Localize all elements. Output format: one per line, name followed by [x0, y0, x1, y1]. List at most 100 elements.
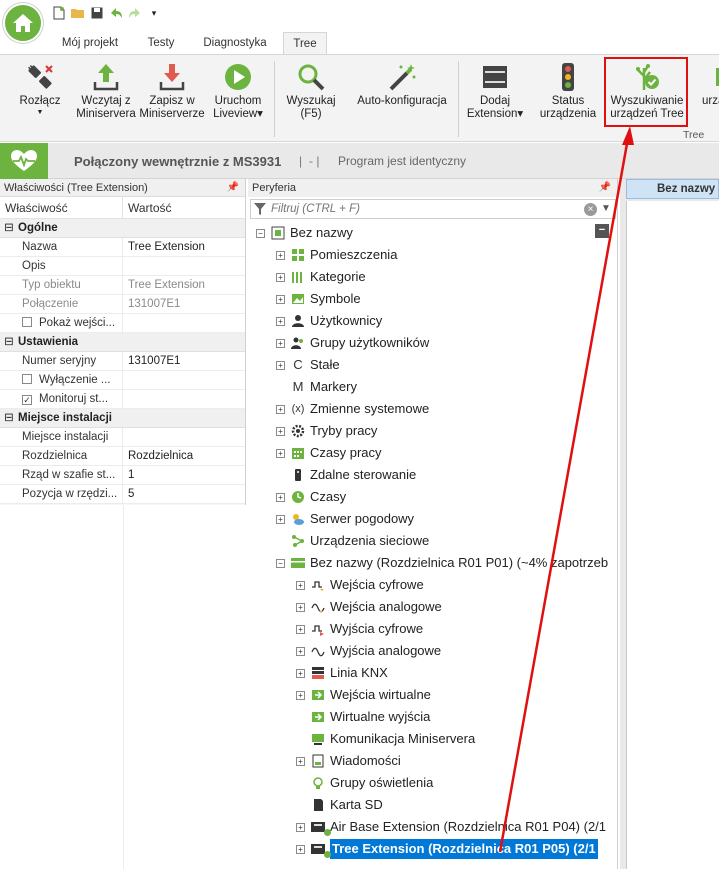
- tab-tree[interactable]: Tree: [283, 32, 327, 54]
- tree-node[interactable]: + Wejścia analogowe: [296, 597, 442, 617]
- pin-icon[interactable]: 📌: [599, 179, 611, 197]
- expand-icon[interactable]: +: [276, 426, 285, 436]
- undo-icon[interactable]: [109, 6, 123, 20]
- document-tab[interactable]: Bez nazwy: [626, 179, 719, 199]
- expand-icon[interactable]: +: [276, 294, 285, 304]
- expand-icon[interactable]: +: [276, 272, 285, 282]
- tree-node[interactable]: + Użytkownicy: [276, 311, 382, 331]
- category-ogolne[interactable]: ⊟ Ogólne: [0, 219, 245, 238]
- pin-icon[interactable]: 📌: [227, 179, 239, 197]
- clear-filter-icon[interactable]: ×: [584, 203, 597, 216]
- expand-icon[interactable]: +: [296, 624, 305, 634]
- tree-node[interactable]: Karta SD: [296, 795, 383, 815]
- expand-icon[interactable]: +: [296, 580, 305, 590]
- property-row[interactable]: Pokaż wejści...: [0, 314, 245, 333]
- tree-node[interactable]: M Markery: [276, 377, 357, 397]
- tree-node[interactable]: + Wejścia wirtualne: [296, 685, 431, 705]
- open-folder-icon[interactable]: [71, 6, 85, 20]
- property-value[interactable]: Rozdzielnica: [123, 447, 245, 465]
- next-button-partial[interactable]: urządze: [702, 61, 719, 108]
- property-row[interactable]: Nazwa Tree Extension: [0, 238, 245, 257]
- tree-node[interactable]: + C Stałe: [276, 355, 340, 375]
- expand-icon[interactable]: +: [276, 404, 285, 414]
- save-to-miniserver-button[interactable]: Zapisz w Miniserverze: [138, 61, 206, 121]
- collapse-icon[interactable]: ⊟: [0, 219, 18, 238]
- checkbox[interactable]: [22, 317, 32, 327]
- property-value[interactable]: [123, 257, 245, 275]
- property-row[interactable]: Wyłączenie ...: [0, 371, 245, 390]
- tree-node[interactable]: + Linia KNX: [296, 663, 388, 683]
- property-value[interactable]: Tree Extension: [123, 238, 245, 256]
- filter-dropdown-icon[interactable]: ▼: [601, 203, 611, 214]
- tree-node[interactable]: + Symbole: [276, 289, 361, 309]
- collapse-icon[interactable]: ⊟: [0, 333, 18, 352]
- expand-icon[interactable]: +: [276, 338, 285, 348]
- expand-icon[interactable]: +: [296, 844, 305, 854]
- property-value[interactable]: 131007E1: [123, 352, 245, 370]
- disconnect-button[interactable]: Rozłącz ▼: [8, 61, 72, 117]
- collapse-icon[interactable]: ⊟: [0, 409, 18, 428]
- tree-node[interactable]: Zdalne sterowanie: [276, 465, 416, 485]
- category-ustawienia[interactable]: ⊟ Ustawienia: [0, 333, 245, 352]
- category-miejsce-instalacji[interactable]: ⊟ Miejsce instalacji: [0, 409, 245, 428]
- tree-node[interactable]: Grupy oświetlenia: [296, 773, 433, 793]
- checkbox[interactable]: [22, 374, 32, 384]
- property-value[interactable]: [123, 371, 245, 389]
- tree-node[interactable]: + Tree Extension (Rozdzielnica R01 P05) (…: [296, 839, 598, 859]
- tree-node[interactable]: Wirtualne wyjścia: [296, 707, 430, 727]
- property-row[interactable]: Opis: [0, 257, 245, 276]
- tree-node[interactable]: + Grupy użytkowników: [276, 333, 429, 353]
- property-row[interactable]: Numer seryjny 131007E1: [0, 352, 245, 371]
- tree-node[interactable]: + Kategorie: [276, 267, 366, 287]
- tree-node[interactable]: Urządzenia sieciowe: [276, 531, 429, 551]
- tree-node[interactable]: Komunikacja Miniservera: [296, 729, 475, 749]
- tab-testy[interactable]: Testy: [138, 32, 184, 54]
- property-row[interactable]: Miejsce instalacji: [0, 428, 245, 447]
- tree-node[interactable]: + Wyjścia analogowe: [296, 641, 441, 661]
- tree-node[interactable]: − Bez nazwy (Rozdzielnica R01 P01) (~4% z…: [276, 553, 608, 573]
- tree-node[interactable]: + Serwer pogodowy: [276, 509, 414, 529]
- expand-icon[interactable]: +: [276, 250, 285, 260]
- collapse-icon[interactable]: −: [276, 558, 285, 568]
- expand-icon[interactable]: +: [296, 690, 305, 700]
- tree-node[interactable]: + Air Base Extension (Rozdzielnica R01 P0…: [296, 817, 606, 837]
- expand-icon[interactable]: +: [276, 492, 285, 502]
- auto-configuration-button[interactable]: Auto-konfiguracja: [350, 61, 454, 108]
- expand-icon[interactable]: +: [296, 756, 305, 766]
- tree-node[interactable]: + Wyjścia cyfrowe: [296, 619, 423, 639]
- redo-icon[interactable]: [128, 6, 142, 20]
- tree-node[interactable]: + Czasy: [276, 487, 346, 507]
- expand-icon[interactable]: +: [296, 646, 305, 656]
- search-button[interactable]: Wyszukaj (F5): [282, 61, 340, 121]
- expand-icon[interactable]: +: [296, 668, 305, 678]
- expand-icon[interactable]: +: [276, 448, 285, 458]
- expand-icon[interactable]: +: [276, 316, 285, 326]
- document-canvas[interactable]: [626, 201, 719, 869]
- collapse-all-button[interactable]: −: [595, 224, 609, 238]
- property-row[interactable]: ✓ Monitoruj st...: [0, 390, 245, 409]
- home-button[interactable]: [3, 3, 43, 43]
- expand-icon[interactable]: +: [276, 514, 285, 524]
- property-value[interactable]: [123, 390, 245, 408]
- property-row[interactable]: Rząd w szafie st... 1: [0, 466, 245, 485]
- filter-input[interactable]: [271, 201, 571, 217]
- checkbox-checked[interactable]: ✓: [22, 395, 32, 405]
- tab-diagnostyka[interactable]: Diagnostyka: [194, 32, 276, 54]
- property-value[interactable]: [123, 314, 245, 332]
- column-header-property[interactable]: Właściwość: [0, 197, 123, 218]
- property-value[interactable]: 5: [123, 485, 245, 503]
- tree-node[interactable]: + Pomieszczenia: [276, 245, 397, 265]
- device-status-button[interactable]: Status urządzenia: [535, 61, 601, 121]
- tab-moj-projekt[interactable]: Mój projekt: [52, 32, 128, 54]
- collapse-icon[interactable]: −: [256, 228, 265, 238]
- tree-node[interactable]: − Bez nazwy: [256, 223, 353, 243]
- tree-node[interactable]: + Czasy pracy: [276, 443, 382, 463]
- property-row[interactable]: Pozycja w rzędzi... 5: [0, 485, 245, 504]
- tree-node[interactable]: + (x) Zmienne systemowe: [276, 399, 429, 419]
- load-from-miniserver-button[interactable]: Wczytaj z Miniservera: [74, 61, 138, 121]
- expand-icon[interactable]: +: [276, 360, 285, 370]
- new-file-icon[interactable]: [52, 6, 66, 20]
- save-icon[interactable]: [90, 6, 104, 20]
- property-value[interactable]: 1: [123, 466, 245, 484]
- property-value[interactable]: [123, 428, 245, 446]
